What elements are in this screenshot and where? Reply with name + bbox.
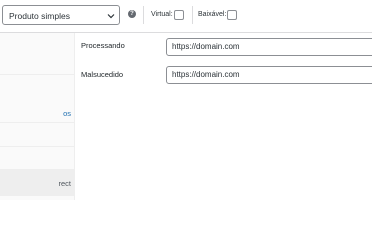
product-type-select[interactable]: Produto simples — [2, 5, 120, 25]
tab-label: rect — [58, 179, 71, 188]
tab-item[interactable] — [0, 147, 74, 170]
downloadable-label: Baixável: — [198, 11, 227, 18]
virtual-checkbox[interactable] — [173, 10, 184, 20]
tab-label: os — [63, 109, 71, 118]
question-circle-icon[interactable]: ? — [128, 10, 136, 18]
chevron-down-icon — [107, 14, 115, 19]
header-divider — [143, 6, 144, 24]
virtual-option[interactable]: Virtual: — [151, 10, 184, 20]
failed-label: Malsucedido — [81, 70, 124, 79]
virtual-label: Virtual: — [151, 11, 173, 18]
tab-item[interactable]: os — [0, 75, 74, 123]
processing-url-input[interactable]: https://domain.com — [166, 38, 372, 56]
downloadable-checkbox[interactable] — [227, 10, 238, 20]
product-data-panel: Produto simples ? Virtual: Baixável: os — [0, 0, 372, 200]
tab-item-active[interactable]: rect — [0, 170, 74, 196]
failed-url-input[interactable]: https://domain.com — [166, 66, 372, 84]
tab-item[interactable] — [0, 33, 74, 75]
header-divider — [192, 6, 193, 24]
product-type-value: Produto simples — [9, 11, 70, 21]
product-data-tabs: os rect — [0, 33, 75, 200]
processing-label: Processando — [81, 41, 125, 50]
tab-item[interactable] — [0, 123, 74, 147]
product-data-header: Produto simples ? Virtual: Baixável: — [0, 0, 372, 33]
downloadable-option[interactable]: Baixável: — [198, 10, 238, 20]
